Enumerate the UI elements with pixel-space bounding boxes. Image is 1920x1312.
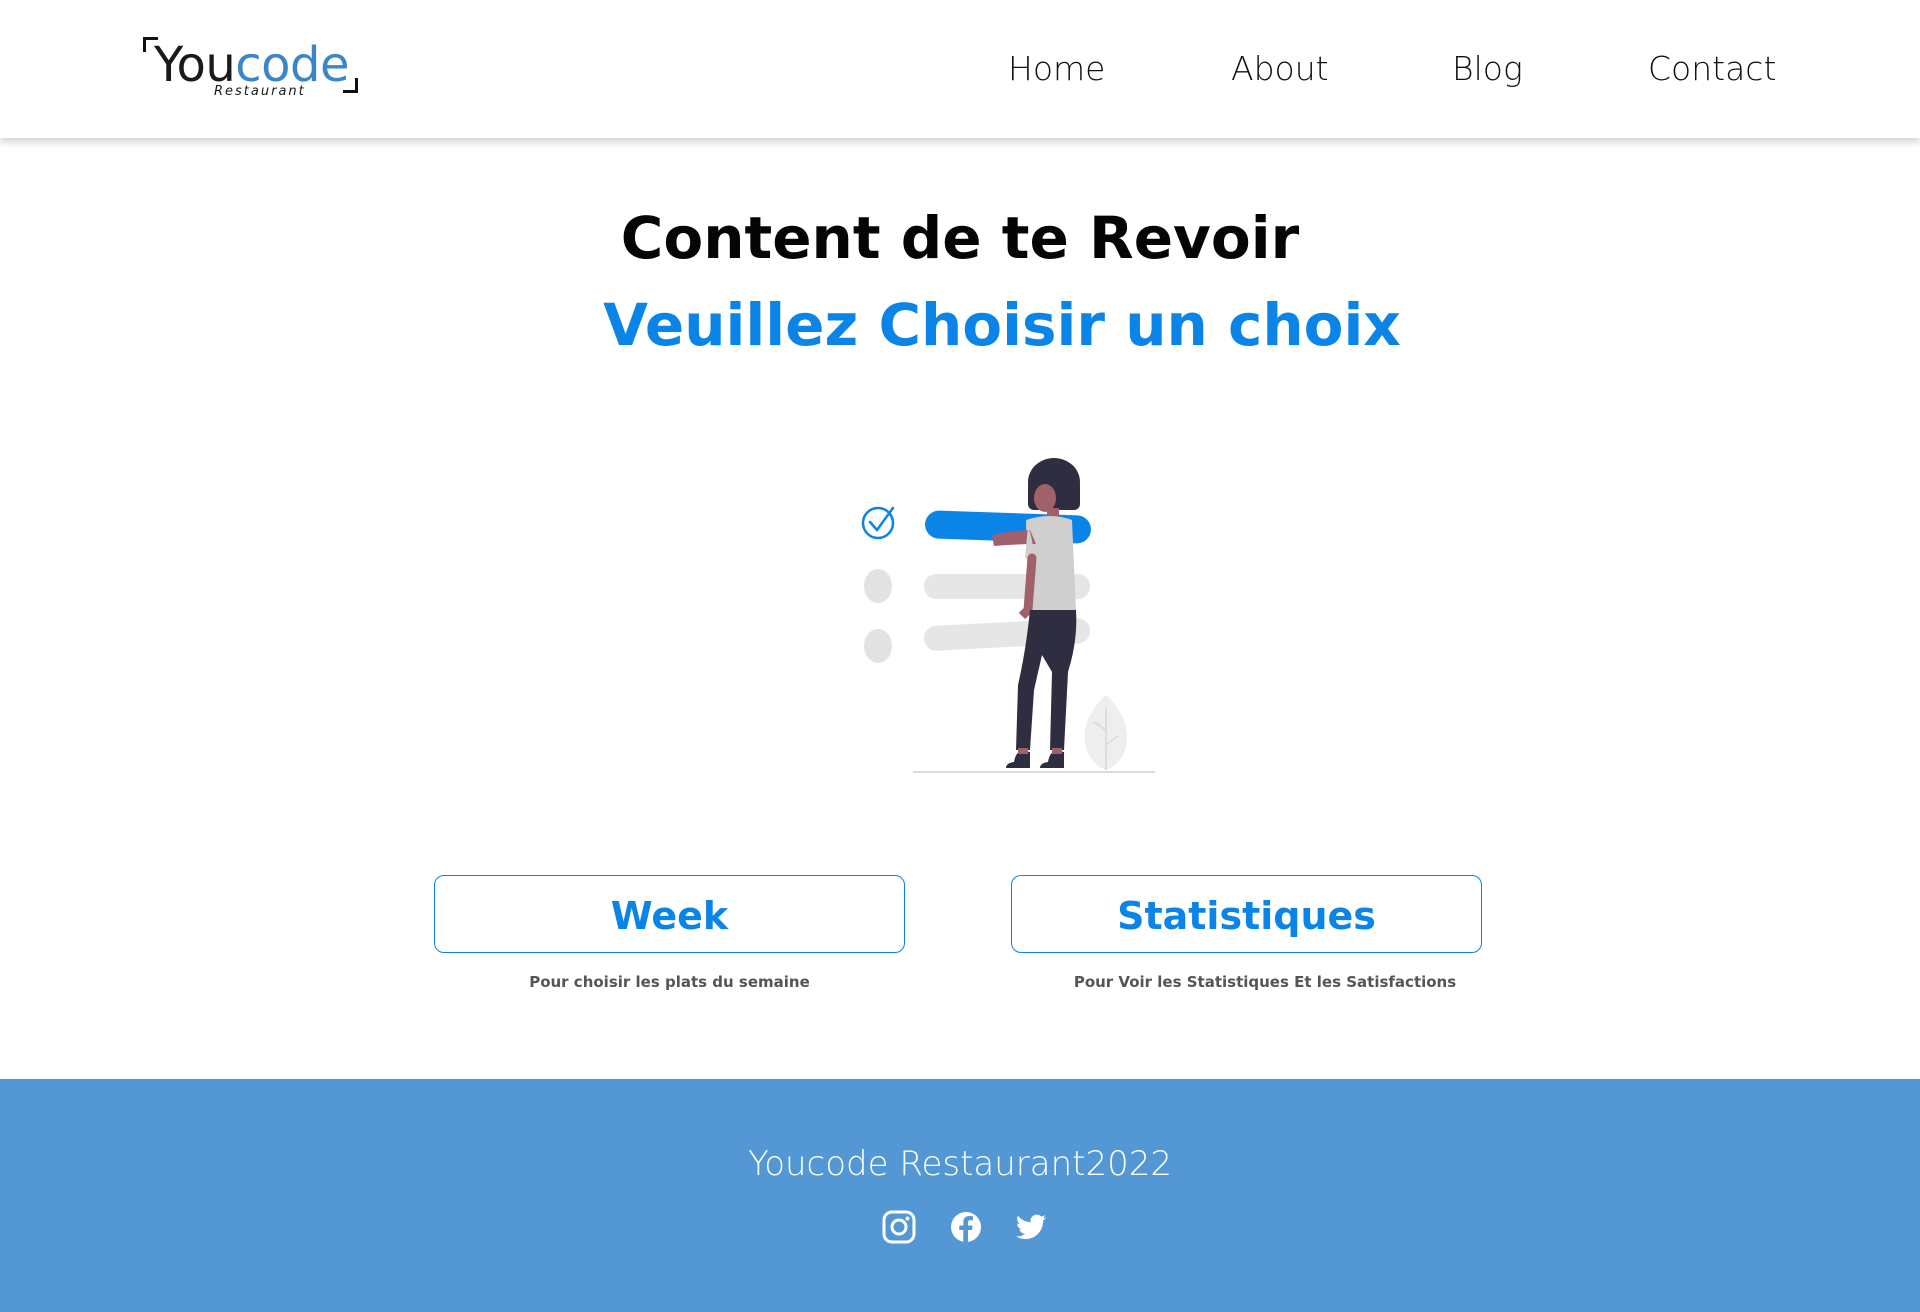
twitter-icon[interactable] [1014, 1210, 1048, 1244]
page-title: Content de te Revoir [620, 204, 1300, 272]
site-header: Youcode Restaurant Home About Blog Conta… [0, 0, 1920, 138]
instagram-icon[interactable] [882, 1210, 916, 1244]
checklist-dot [864, 569, 892, 603]
week-button[interactable]: Week [434, 875, 905, 953]
statistiques-description: Pour Voir les Statistiques Et les Satisf… [1073, 973, 1457, 991]
check-mark-icon [868, 506, 895, 533]
nav-contact[interactable]: Contact [1648, 45, 1776, 93]
site-footer: Youcode Restaurant2022 [0, 1079, 1920, 1312]
main-nav: Home About Blog Contact [0, 45, 1920, 93]
checklist-dot [864, 629, 892, 663]
facebook-icon[interactable] [949, 1210, 983, 1244]
footer-copyright: Youcode Restaurant2022 [747, 1144, 1173, 1184]
page-subtitle: Veuillez Choisir un choix [603, 291, 1401, 359]
nav-home[interactable]: Home [1008, 45, 1105, 93]
checklist-woman-illustration [861, 458, 1155, 773]
nav-about[interactable]: About [1231, 45, 1329, 93]
nav-blog[interactable]: Blog [1452, 45, 1523, 93]
statistiques-button[interactable]: Statistiques [1011, 875, 1482, 953]
week-description: Pour choisir les plats du semaine [529, 973, 810, 991]
